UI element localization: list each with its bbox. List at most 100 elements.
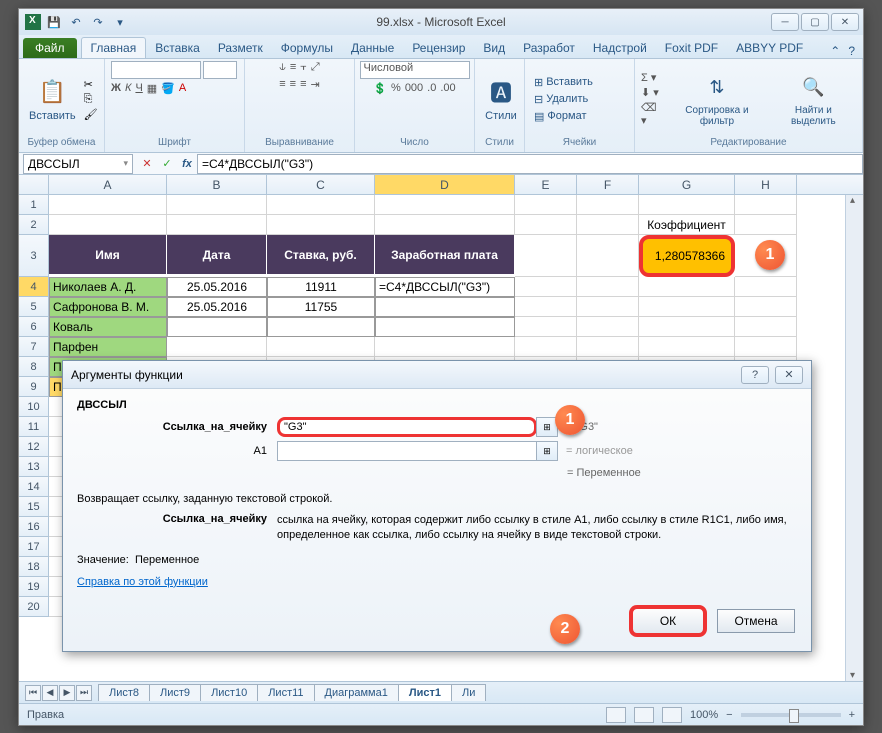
col-header-B[interactable]: B: [167, 175, 267, 194]
ribbon-minimize-icon[interactable]: ⌃: [830, 44, 840, 58]
sheet-tab[interactable]: Лист9: [149, 684, 201, 701]
dialog-titlebar[interactable]: Аргументы функции ? ✕: [63, 361, 811, 389]
zoom-in-icon[interactable]: +: [849, 709, 855, 721]
table-cell[interactable]: 25.05.2016: [167, 277, 267, 297]
currency-icon[interactable]: 💲: [373, 82, 387, 95]
table-header[interactable]: Имя: [49, 235, 167, 277]
cut-icon[interactable]: ✂: [84, 78, 98, 91]
table-cell[interactable]: Коваль: [49, 317, 167, 337]
orientation-icon[interactable]: ⤢: [311, 61, 320, 74]
styles-button[interactable]: 🅰 Стили: [481, 74, 521, 124]
sheet-tab[interactable]: Ли: [451, 684, 486, 701]
col-header-D[interactable]: D: [375, 175, 515, 194]
coef-label[interactable]: Коэффициент: [639, 215, 735, 235]
sheet-tab-active[interactable]: Лист1: [398, 684, 452, 701]
tab-review[interactable]: Рецензир: [403, 38, 474, 58]
tab-formulas[interactable]: Формулы: [272, 38, 342, 58]
insert-cells-button[interactable]: ⊞Вставить: [531, 75, 596, 90]
row-header[interactable]: 5: [19, 297, 49, 317]
font-color-icon[interactable]: A: [179, 82, 186, 95]
tab-view[interactable]: Вид: [474, 38, 514, 58]
table-cell[interactable]: Николаев А. Д.: [49, 277, 167, 297]
format-cells-button[interactable]: ▤Формат: [531, 109, 596, 124]
minimize-button[interactable]: ─: [771, 13, 799, 31]
align-mid-icon[interactable]: ≡: [290, 61, 296, 74]
font-name-input[interactable]: [111, 61, 201, 79]
percent-icon[interactable]: %: [391, 82, 401, 95]
autosum-icon[interactable]: Σ ▾: [641, 71, 663, 84]
view-layout-icon[interactable]: [634, 707, 654, 723]
col-header-G[interactable]: G: [639, 175, 735, 194]
table-cell[interactable]: 11755: [267, 297, 375, 317]
format-painter-icon[interactable]: 🖌: [84, 108, 98, 121]
bold-button[interactable]: Ж: [111, 82, 121, 95]
inc-decimal-icon[interactable]: .0: [427, 82, 436, 95]
sheet-nav-last-icon[interactable]: ⏭: [76, 685, 92, 701]
sheet-nav-next-icon[interactable]: ▶: [59, 685, 75, 701]
sheet-tab[interactable]: Лист8: [98, 684, 150, 701]
row-header[interactable]: 3: [19, 235, 49, 277]
redo-icon[interactable]: ↷: [89, 13, 107, 31]
tab-developer[interactable]: Разработ: [514, 38, 584, 58]
sheet-tab[interactable]: Лист10: [200, 684, 258, 701]
underline-button[interactable]: Ч: [135, 82, 142, 95]
table-header[interactable]: Дата: [167, 235, 267, 277]
clear-icon[interactable]: ⌫ ▾: [641, 101, 663, 127]
row-header[interactable]: 9: [19, 377, 49, 397]
tab-foxit[interactable]: Foxit PDF: [656, 38, 727, 58]
save-icon[interactable]: 💾: [45, 13, 63, 31]
sheet-nav-prev-icon[interactable]: ◀: [42, 685, 58, 701]
dialog-help-button[interactable]: ?: [741, 366, 769, 384]
col-header-E[interactable]: E: [515, 175, 577, 194]
table-header[interactable]: Ставка, руб.: [267, 235, 375, 277]
table-header[interactable]: Заработная плата: [375, 235, 515, 277]
vertical-scrollbar[interactable]: [845, 195, 863, 681]
align-right-icon[interactable]: ≡: [300, 78, 306, 91]
qat-dropdown-icon[interactable]: ▾: [111, 13, 129, 31]
formula-accept-icon[interactable]: ✓: [157, 155, 177, 173]
sheet-nav-first-icon[interactable]: ⏮: [25, 685, 41, 701]
active-cell[interactable]: =C4*ДВССЫЛ("G3"): [375, 277, 515, 297]
row-header[interactable]: 2: [19, 215, 49, 235]
tab-data[interactable]: Данные: [342, 38, 403, 58]
zoom-slider[interactable]: [741, 713, 841, 717]
row-header[interactable]: 6: [19, 317, 49, 337]
table-cell[interactable]: 25.05.2016: [167, 297, 267, 317]
help-link[interactable]: Справка по этой функции: [77, 576, 797, 588]
align-bot-icon[interactable]: ⫟: [300, 61, 307, 74]
name-box[interactable]: ДВССЫЛ: [23, 154, 133, 174]
tab-abbyy[interactable]: ABBYY PDF: [727, 38, 812, 58]
sheet-tab[interactable]: Диаграмма1: [314, 684, 399, 701]
copy-icon[interactable]: ⎘: [84, 93, 98, 106]
italic-button[interactable]: К: [125, 82, 131, 95]
table-cell[interactable]: Парфен: [49, 337, 167, 357]
find-button[interactable]: 🔍 Найти и выделить: [771, 69, 856, 129]
number-format-select[interactable]: Числовой: [360, 61, 470, 79]
dialog-close-button[interactable]: ✕: [775, 366, 803, 384]
ok-button[interactable]: ОК: [629, 605, 707, 637]
border-icon[interactable]: ▦: [147, 82, 157, 95]
sort-filter-button[interactable]: ⇅ Сортировка и фильтр: [667, 69, 767, 129]
comma-icon[interactable]: 000: [405, 82, 423, 95]
tab-addins[interactable]: Надстрой: [584, 38, 656, 58]
select-all-corner[interactable]: [19, 175, 49, 194]
help-icon[interactable]: ?: [848, 44, 855, 58]
zoom-out-icon[interactable]: −: [726, 709, 732, 721]
col-header-A[interactable]: A: [49, 175, 167, 194]
row-header[interactable]: 8: [19, 357, 49, 377]
indent-icon[interactable]: ⇥: [311, 78, 320, 91]
range-select-icon[interactable]: ⊞: [536, 441, 558, 461]
align-center-icon[interactable]: ≡: [290, 78, 296, 91]
delete-cells-button[interactable]: ⊟Удалить: [531, 92, 596, 107]
arg2-input[interactable]: [277, 441, 537, 461]
tab-home[interactable]: Главная: [81, 37, 147, 58]
view-normal-icon[interactable]: [606, 707, 626, 723]
col-header-H[interactable]: H: [735, 175, 797, 194]
sheet-tab[interactable]: Лист11: [257, 684, 314, 701]
align-left-icon[interactable]: ≡: [279, 78, 285, 91]
file-tab[interactable]: Файл: [23, 38, 77, 58]
fx-icon[interactable]: fx: [177, 155, 197, 173]
col-header-F[interactable]: F: [577, 175, 639, 194]
table-cell[interactable]: 11911: [267, 277, 375, 297]
row-header[interactable]: 7: [19, 337, 49, 357]
